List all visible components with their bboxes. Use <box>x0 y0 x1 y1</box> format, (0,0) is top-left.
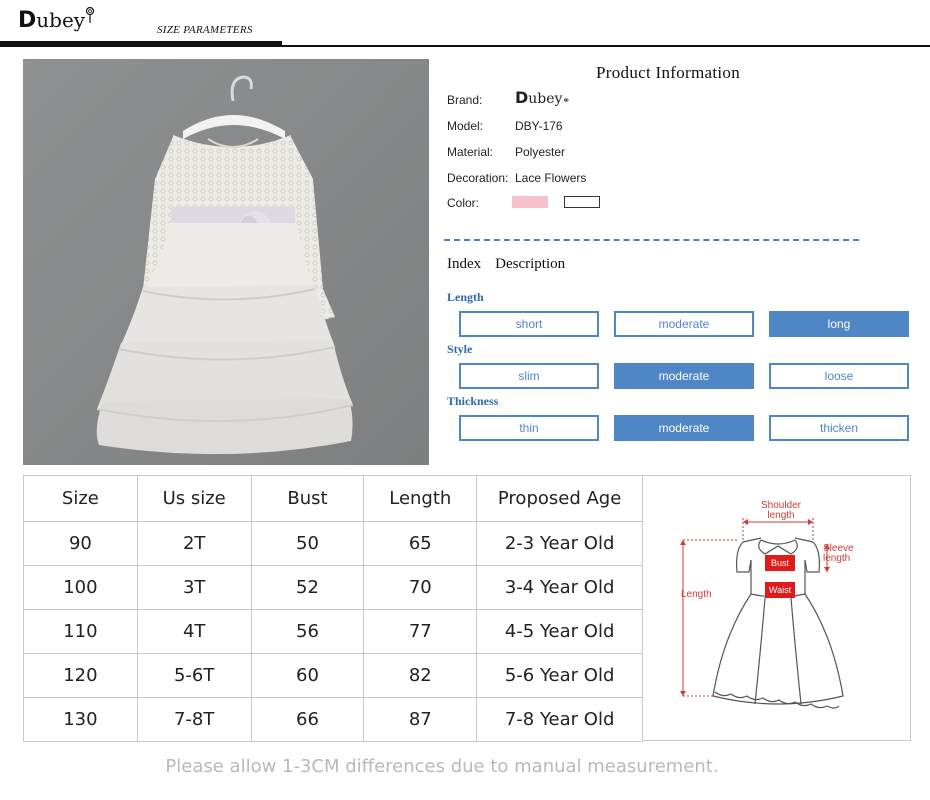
thickness-label: Thickness <box>447 394 499 408</box>
table-cell: 5-6T <box>136 653 252 698</box>
index-heading: Index <box>447 256 482 272</box>
waist-badge: Waist <box>765 582 795 598</box>
material-value: Polyester <box>515 145 566 159</box>
table-cell: 60 <box>250 653 365 698</box>
thickness-option-thicken[interactable]: thicken <box>769 415 909 441</box>
table-cell: 2T <box>136 521 252 566</box>
table-cell: 87 <box>363 697 478 742</box>
table-cell: 7-8T <box>136 697 252 742</box>
table-cell: 82 <box>363 653 478 698</box>
thickness-option-thin[interactable]: thin <box>459 415 599 441</box>
model-label: Model: <box>447 119 484 133</box>
color-swatch-pink[interactable] <box>512 196 548 208</box>
table-cell: 2-3 Year Old <box>476 521 643 566</box>
table-row: 90 2T 50 65 2-3 Year Old <box>23 521 643 566</box>
table-cell: 7-8 Year Old <box>476 697 643 742</box>
bust-badge: Bust <box>765 555 795 571</box>
column-header: Length <box>363 475 478 522</box>
index-description-heading: Index Description <box>447 256 579 273</box>
table-cell: 52 <box>250 565 365 610</box>
style-label: Style <box>447 342 473 356</box>
style-option-slim[interactable]: slim <box>459 363 599 389</box>
table-row: 130 7-8T 66 87 7-8 Year Old <box>23 697 643 742</box>
table-cell: 120 <box>23 653 138 698</box>
measurement-note: Please allow 1-3CM differences due to ma… <box>165 756 719 777</box>
style-option-loose[interactable]: loose <box>769 363 909 389</box>
column-header: Size <box>23 475 138 522</box>
product-info-title: Product Information <box>596 63 741 82</box>
length-option-long[interactable]: long <box>769 311 909 337</box>
description-heading: Description <box>495 256 566 272</box>
style-option-moderate[interactable]: moderate <box>614 363 754 389</box>
column-header: Us size <box>136 475 252 522</box>
table-row: 110 4T 56 77 4-5 Year Old <box>23 609 643 654</box>
table-cell: 65 <box>363 521 478 566</box>
brand-label: Brand: <box>447 93 483 107</box>
table-cell: 70 <box>363 565 478 610</box>
thickness-option-moderate[interactable]: moderate <box>614 415 754 441</box>
table-cell: 56 <box>250 609 365 654</box>
table-cell: 4-5 Year Old <box>476 609 643 654</box>
table-cell: 3T <box>136 565 252 610</box>
model-value: DBY-176 <box>515 119 563 133</box>
table-cell: 77 <box>363 609 478 654</box>
measurement-diagram: Shoulder length Sleeve length Length Bust … <box>643 475 911 741</box>
brand-logo-small: Dubey⚭ <box>515 88 571 107</box>
sleeve-length-label: Sleeve length <box>823 543 854 564</box>
column-header: Bust <box>250 475 365 522</box>
table-cell: 90 <box>23 521 138 566</box>
shoulder-length-label: Shoulder length <box>760 500 802 521</box>
lollipop-icon <box>85 6 95 23</box>
header-divider <box>0 45 930 47</box>
column-header: Proposed Age <box>476 475 643 522</box>
table-cell: 3-4 Year Old <box>476 565 643 610</box>
page-header: Dubey SIZE PARAMETERS <box>0 0 930 48</box>
product-photo <box>23 59 429 465</box>
table-cell: 130 <box>23 697 138 742</box>
table-row: 100 3T 52 70 3-4 Year Old <box>23 565 643 610</box>
color-swatch-white[interactable] <box>564 196 600 208</box>
material-label: Material: <box>447 145 494 159</box>
table-cell: 50 <box>250 521 365 566</box>
decoration-value: Lace Flowers <box>515 171 587 185</box>
table-header-row: Size Us size Bust Length Proposed Age <box>23 475 643 522</box>
color-label: Color: <box>447 196 480 210</box>
table-cell: 4T <box>136 609 252 654</box>
length-label: Length <box>447 290 484 304</box>
decoration-label: Decoration: <box>447 171 509 185</box>
table-cell: 66 <box>250 697 365 742</box>
brand-logo: Dubey <box>18 6 95 33</box>
length-diagram-label: Length <box>681 589 712 600</box>
table-cell: 110 <box>23 609 138 654</box>
table-cell: 100 <box>23 565 138 610</box>
section-title: SIZE PARAMETERS <box>157 24 253 36</box>
dashed-divider <box>444 239 859 241</box>
size-chart-table: Size Us size Bust Length Proposed Age 90… <box>23 475 643 742</box>
length-option-short[interactable]: short <box>459 311 599 337</box>
table-cell: 5-6 Year Old <box>476 653 643 698</box>
length-option-moderate[interactable]: moderate <box>614 311 754 337</box>
table-row: 120 5-6T 60 82 5-6 Year Old <box>23 653 643 698</box>
